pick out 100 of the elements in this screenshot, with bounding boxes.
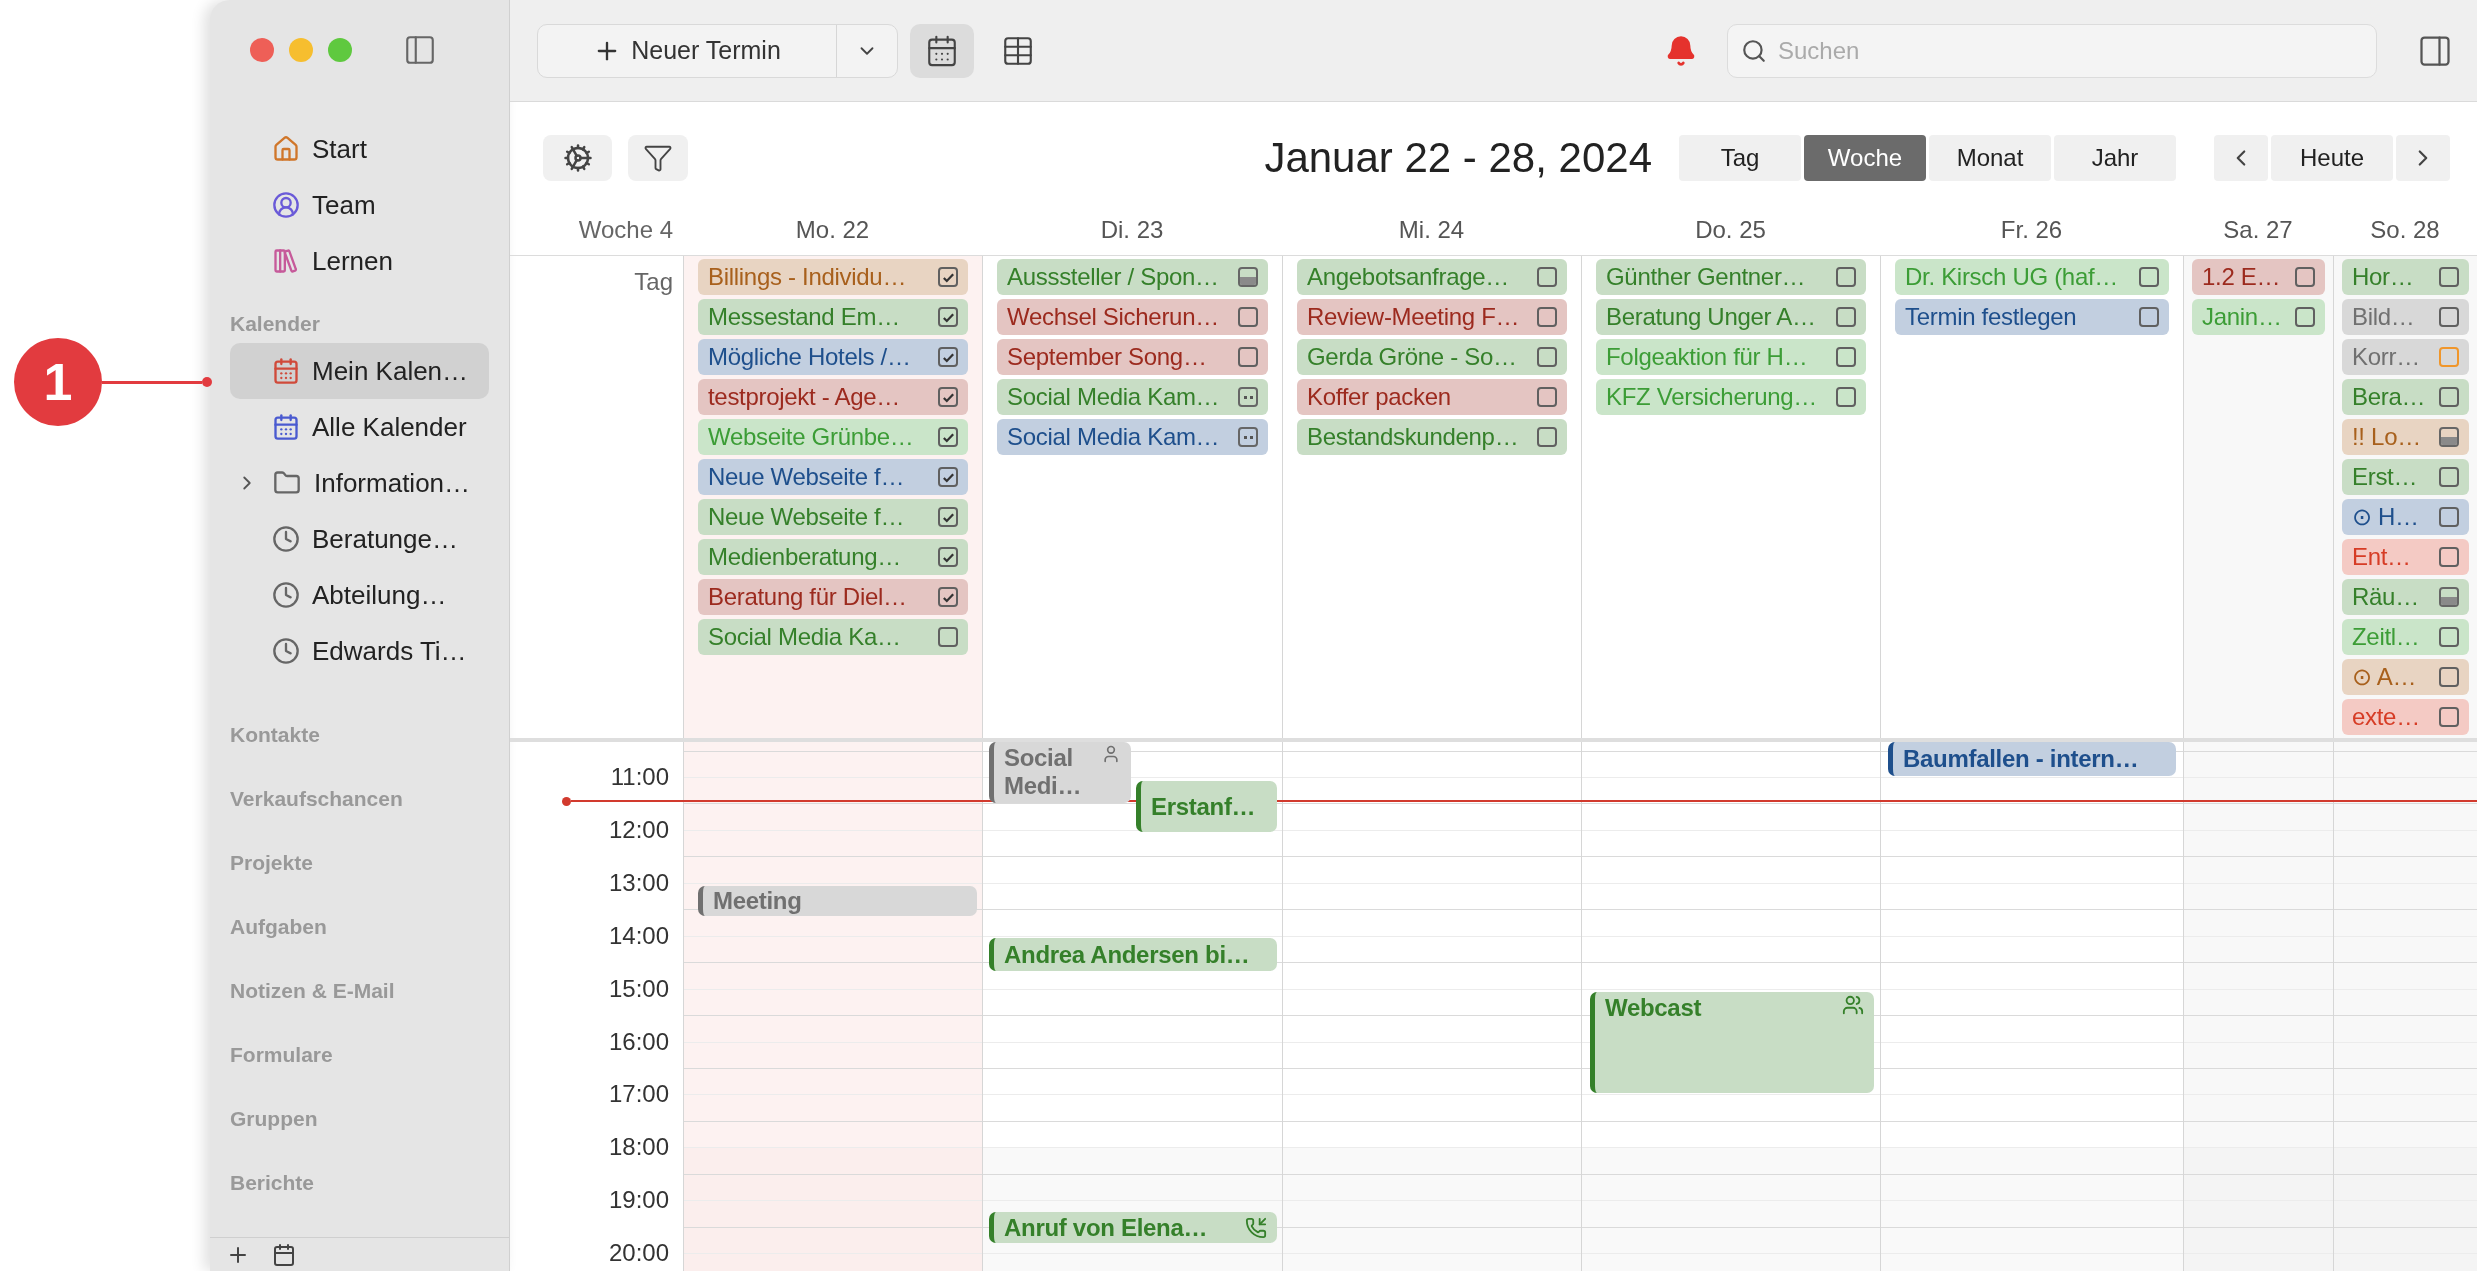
all-day-event[interactable]: Angebotsanfrage… xyxy=(1297,259,1567,295)
checkbox[interactable] xyxy=(1537,267,1557,287)
all-day-event[interactable]: September Song… xyxy=(997,339,1268,375)
checkbox[interactable] xyxy=(2439,307,2459,327)
checkbox[interactable] xyxy=(2439,347,2459,367)
all-day-event[interactable]: Social Media Kam… xyxy=(997,419,1268,455)
sidebar-item[interactable]: Lernen xyxy=(230,233,489,289)
calendar-event[interactable]: Baumfallen - intern… xyxy=(1888,742,2176,776)
sidebar-toggle-icon[interactable] xyxy=(403,33,437,67)
checkbox[interactable] xyxy=(2439,507,2459,527)
section-header[interactable]: Notizen & E-Mail xyxy=(230,959,509,1023)
all-day-event[interactable]: Ausssteller / Spon… xyxy=(997,259,1268,295)
checkbox[interactable] xyxy=(2439,667,2459,687)
checkbox[interactable] xyxy=(2439,547,2459,567)
all-day-event[interactable]: Wechsel Sicherun… xyxy=(997,299,1268,335)
all-day-event[interactable]: Korr… xyxy=(2342,339,2469,375)
close-window-button[interactable] xyxy=(250,38,274,62)
checkbox[interactable] xyxy=(938,507,958,527)
checkbox[interactable] xyxy=(938,427,958,447)
checkbox[interactable] xyxy=(1537,307,1557,327)
all-day-event[interactable]: Mögliche Hotels /… xyxy=(698,339,968,375)
calendar-event[interactable]: Anruf von Elena… xyxy=(989,1212,1277,1243)
all-day-event[interactable]: Janin… xyxy=(2192,299,2325,335)
all-day-event[interactable]: Koffer packen xyxy=(1297,379,1567,415)
notification-bell-icon[interactable] xyxy=(1665,34,1697,67)
new-event-button[interactable]: Neuer Termin xyxy=(538,24,837,77)
search-field[interactable]: Suchen xyxy=(1727,23,2377,78)
filter-button[interactable] xyxy=(628,134,688,181)
calendar-event[interactable]: Social Medi… xyxy=(989,742,1131,803)
checkbox[interactable] xyxy=(2439,387,2459,407)
all-day-event[interactable]: Zeitl… xyxy=(2342,619,2469,655)
all-day-event[interactable]: Dr. Kirsch UG (haf… xyxy=(1895,259,2169,295)
all-day-event[interactable]: Günther Gentner… xyxy=(1596,259,1866,295)
all-day-event[interactable]: Räu… xyxy=(2342,579,2469,615)
today-button[interactable]: Heute xyxy=(2271,134,2393,181)
checkbox[interactable] xyxy=(1836,387,1856,407)
checkbox[interactable] xyxy=(1537,427,1557,447)
section-header[interactable]: Aufgaben xyxy=(230,895,509,959)
all-day-event[interactable]: !! Lo… xyxy=(2342,419,2469,455)
section-header[interactable]: Gruppen xyxy=(230,1087,509,1151)
checkbox[interactable] xyxy=(2439,427,2459,447)
all-day-event[interactable]: Messestand Em… xyxy=(698,299,968,335)
view-range-tab[interactable]: Jahr xyxy=(2054,134,2176,181)
all-day-event[interactable]: Billings - Individu… xyxy=(698,259,968,295)
all-day-event[interactable]: Social Media Kam… xyxy=(997,379,1268,415)
checkbox[interactable] xyxy=(2439,627,2459,647)
checkbox[interactable] xyxy=(1836,347,1856,367)
checkbox[interactable] xyxy=(2295,267,2315,287)
checkbox[interactable] xyxy=(1238,307,1258,327)
section-header[interactable]: Formulare xyxy=(230,1023,509,1087)
all-day-event[interactable]: KFZ Versicherung… xyxy=(1596,379,1866,415)
all-day-event[interactable]: Bild… xyxy=(2342,299,2469,335)
all-day-event[interactable]: Bera… xyxy=(2342,379,2469,415)
checkbox[interactable] xyxy=(1238,267,1258,287)
all-day-event[interactable]: Review-Meeting F… xyxy=(1297,299,1567,335)
sidebar-item[interactable]: Beratunge… xyxy=(230,511,489,567)
checkbox[interactable] xyxy=(2139,267,2159,287)
checkbox[interactable] xyxy=(2139,307,2159,327)
all-day-event[interactable]: Ent… xyxy=(2342,539,2469,575)
all-day-event[interactable]: Beratung für Diel… xyxy=(698,579,968,615)
calendar-event[interactable]: Webcast xyxy=(1590,992,1874,1093)
checkbox[interactable] xyxy=(938,587,958,607)
all-day-event[interactable]: Erst… xyxy=(2342,459,2469,495)
checkbox[interactable] xyxy=(938,267,958,287)
sidebar-item[interactable]: Start xyxy=(230,121,489,177)
checkbox[interactable] xyxy=(938,387,958,407)
sidebar-item[interactable]: Mein Kalen… xyxy=(230,343,489,399)
section-header[interactable]: Projekte xyxy=(230,831,509,895)
sidebar-item[interactable]: Edwards Ti… xyxy=(230,623,489,679)
week-view-button[interactable] xyxy=(910,23,974,78)
all-day-event[interactable]: Gerda Gröne - So… xyxy=(1297,339,1567,375)
checkbox[interactable] xyxy=(938,627,958,647)
calendar-event[interactable]: Erstanf… xyxy=(1136,781,1277,832)
all-day-event[interactable]: Neue Webseite f… xyxy=(698,459,968,495)
checkbox[interactable] xyxy=(2439,707,2459,727)
calendar-event[interactable]: Andrea Andersen bi… xyxy=(989,938,1277,971)
all-day-event[interactable]: Folgeaktion für H… xyxy=(1596,339,1866,375)
all-day-event[interactable]: ⊙ A… xyxy=(2342,659,2469,695)
all-day-event[interactable]: Hor… xyxy=(2342,259,2469,295)
settings-button[interactable] xyxy=(543,134,612,181)
all-day-event[interactable]: exte… xyxy=(2342,699,2469,735)
section-header[interactable]: Verkaufschancen xyxy=(230,767,509,831)
all-day-event[interactable]: Webseite Grünbe… xyxy=(698,419,968,455)
checkbox[interactable] xyxy=(1238,427,1258,447)
all-day-event[interactable]: Medienberatung… xyxy=(698,539,968,575)
all-day-event[interactable]: testprojekt - Age… xyxy=(698,379,968,415)
all-day-event[interactable]: Beratung Unger A… xyxy=(1596,299,1866,335)
sidebar-item[interactable]: Information… xyxy=(230,455,489,511)
view-range-tab[interactable]: Monat xyxy=(1929,134,2051,181)
checkbox[interactable] xyxy=(2439,267,2459,287)
section-header[interactable]: Berichte xyxy=(230,1151,509,1215)
all-day-event[interactable]: Social Media Ka… xyxy=(698,619,968,655)
checkbox[interactable] xyxy=(1238,387,1258,407)
calendar-event[interactable]: Meeting xyxy=(698,886,977,916)
view-range-tab[interactable]: Woche xyxy=(1804,134,1926,181)
all-day-event[interactable]: Termin festlegen xyxy=(1895,299,2169,335)
checkbox[interactable] xyxy=(1238,347,1258,367)
checkbox[interactable] xyxy=(2439,587,2459,607)
checkbox[interactable] xyxy=(938,467,958,487)
all-day-event[interactable]: Neue Webseite f… xyxy=(698,499,968,535)
